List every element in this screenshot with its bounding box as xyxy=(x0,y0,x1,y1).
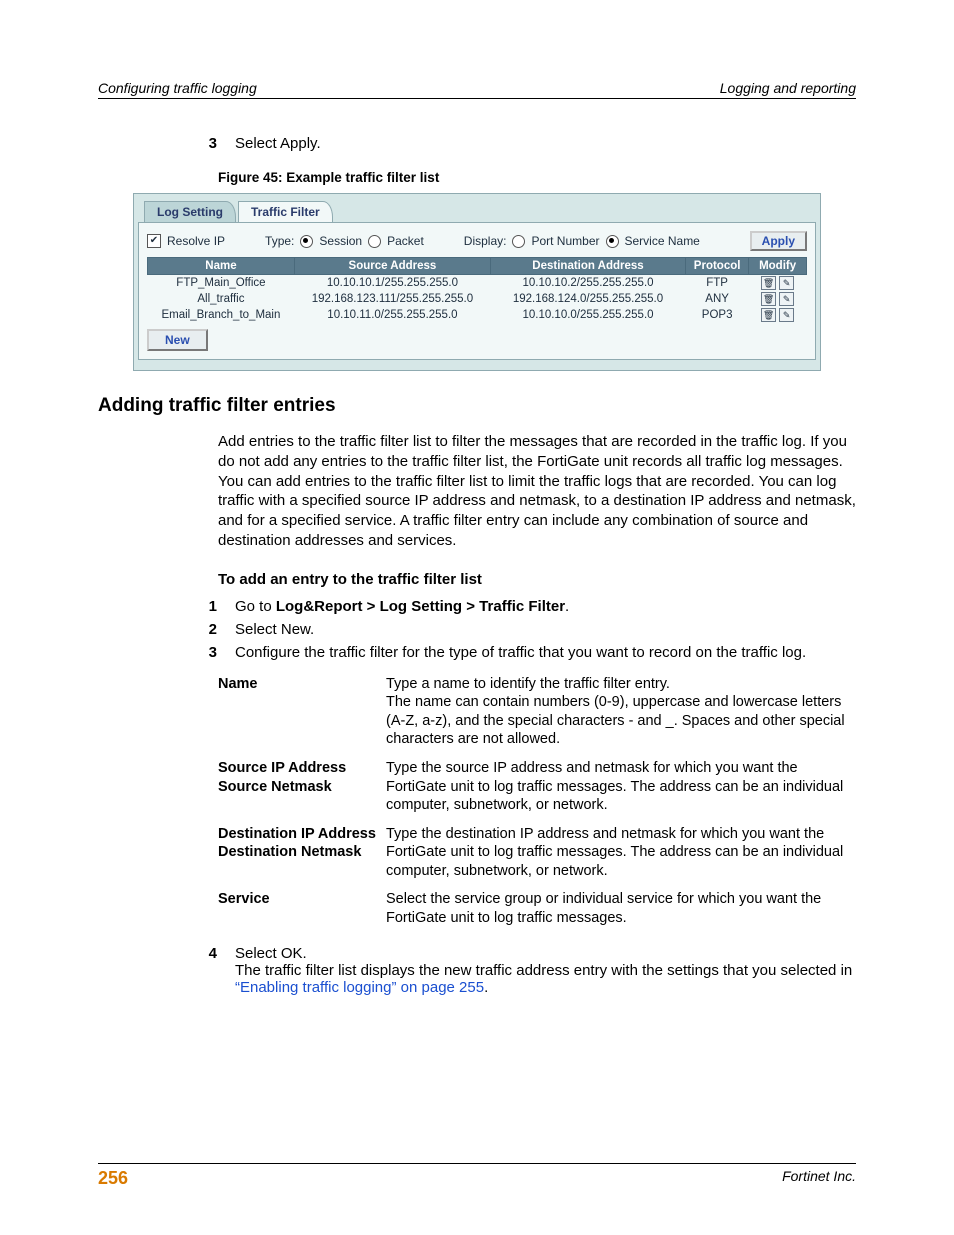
procedure-step-2: 2 Select New. xyxy=(183,621,856,638)
cell-proto: POP3 xyxy=(686,307,749,323)
def-desc: Type the source IP address and netmask f… xyxy=(386,759,856,815)
tab-traffic-filter[interactable]: Traffic Filter xyxy=(238,201,333,222)
step-text: Select OK. The traffic filter list displ… xyxy=(235,945,856,996)
intro-paragraph: Add entries to the traffic filter list t… xyxy=(218,432,856,551)
header-left: Configuring traffic logging xyxy=(98,80,257,96)
cell-src: 10.10.10.1/255.255.255.0 xyxy=(294,275,490,292)
step-number: 2 xyxy=(183,621,235,638)
delete-icon[interactable]: 🗑 xyxy=(761,292,776,306)
page-number: 256 xyxy=(98,1168,128,1189)
def-term: Service xyxy=(218,890,386,927)
type-label: Type: xyxy=(265,234,294,248)
display-port-label: Port Number xyxy=(531,234,599,248)
cell-modify: 🗑 ✎ xyxy=(749,275,807,292)
table-row: FTP_Main_Office 10.10.10.1/255.255.255.0… xyxy=(148,275,807,292)
filter-panel: ✔ Resolve IP Type: Session Packet Displa… xyxy=(138,222,816,360)
cell-dst: 10.10.10.2/255.255.255.0 xyxy=(490,275,685,292)
step-3-top: 3 Select Apply. xyxy=(183,135,856,152)
def-term: Source IP Address Source Netmask xyxy=(218,759,386,815)
table-row: All_traffic 192.168.123.111/255.255.255.… xyxy=(148,291,807,307)
type-session-radio[interactable] xyxy=(300,235,313,248)
filter-controls: ✔ Resolve IP Type: Session Packet Displa… xyxy=(147,231,807,251)
running-header: Configuring traffic logging Logging and … xyxy=(98,80,856,99)
type-packet-radio[interactable] xyxy=(368,235,381,248)
type-session-label: Session xyxy=(319,234,362,248)
step-number: 4 xyxy=(183,945,235,996)
col-protocol: Protocol xyxy=(686,258,749,275)
procedure-step-4: 4 Select OK. The traffic filter list dis… xyxy=(183,945,856,996)
cell-dst: 10.10.10.0/255.255.255.0 xyxy=(490,307,685,323)
delete-icon[interactable]: 🗑 xyxy=(761,276,776,290)
tab-bar: Log Setting Traffic Filter xyxy=(138,198,816,222)
display-service-label: Service Name xyxy=(625,234,700,248)
cell-proto: FTP xyxy=(686,275,749,292)
cell-name: Email_Branch_to_Main xyxy=(148,307,295,323)
figure-caption: Figure 45: Example traffic filter list xyxy=(218,170,856,185)
cell-modify: 🗑 ✎ xyxy=(749,291,807,307)
screenshot-traffic-filter: Log Setting Traffic Filter ✔ Resolve IP … xyxy=(133,193,821,371)
new-button[interactable]: New xyxy=(147,329,208,351)
step-number: 1 xyxy=(183,598,235,615)
step-text: Go to Log&Report > Log Setting > Traffic… xyxy=(235,598,856,615)
step-text: Select New. xyxy=(235,621,856,638)
def-desc: Select the service group or individual s… xyxy=(386,890,856,927)
def-desc: Type a name to identify the traffic filt… xyxy=(386,675,856,749)
cell-src: 10.10.11.0/255.255.255.0 xyxy=(294,307,490,323)
display-label: Display: xyxy=(464,234,507,248)
definition-name: Name Type a name to identify the traffic… xyxy=(218,675,856,749)
delete-icon[interactable]: 🗑 xyxy=(761,308,776,322)
resolve-ip-label: Resolve IP xyxy=(167,234,225,248)
resolve-ip-checkbox[interactable]: ✔ xyxy=(147,234,161,248)
step-number: 3 xyxy=(183,644,235,661)
tab-log-setting[interactable]: Log Setting xyxy=(144,201,236,222)
cell-modify: 🗑 ✎ xyxy=(749,307,807,323)
cell-name: All_traffic xyxy=(148,291,295,307)
footer-company: Fortinet Inc. xyxy=(782,1168,856,1189)
step-number: 3 xyxy=(183,135,235,152)
col-dest: Destination Address xyxy=(490,258,685,275)
cell-src: 192.168.123.111/255.255.255.0 xyxy=(294,291,490,307)
section-heading: Adding traffic filter entries xyxy=(98,395,856,417)
xref-link[interactable]: “Enabling traffic logging” on page 255 xyxy=(235,979,484,996)
edit-icon[interactable]: ✎ xyxy=(779,276,794,290)
table-header-row: Name Source Address Destination Address … xyxy=(148,258,807,275)
table-row: Email_Branch_to_Main 10.10.11.0/255.255.… xyxy=(148,307,807,323)
def-term: Name xyxy=(218,675,386,749)
display-service-radio[interactable] xyxy=(606,235,619,248)
page-footer: 256 Fortinet Inc. xyxy=(98,1163,856,1189)
definition-service: Service Select the service group or indi… xyxy=(218,890,856,927)
filter-table: Name Source Address Destination Address … xyxy=(147,257,807,323)
definition-source: Source IP Address Source Netmask Type th… xyxy=(218,759,856,815)
edit-icon[interactable]: ✎ xyxy=(779,308,794,322)
procedure-title: To add an entry to the traffic filter li… xyxy=(218,571,856,588)
col-modify: Modify xyxy=(749,258,807,275)
procedure-step-3: 3 Configure the traffic filter for the t… xyxy=(183,644,856,661)
procedure-step-1: 1 Go to Log&Report > Log Setting > Traff… xyxy=(183,598,856,615)
cell-proto: ANY xyxy=(686,291,749,307)
def-term: Destination IP Address Destination Netma… xyxy=(218,825,386,881)
def-desc: Type the destination IP address and netm… xyxy=(386,825,856,881)
apply-button[interactable]: Apply xyxy=(750,231,807,251)
display-port-radio[interactable] xyxy=(512,235,525,248)
step-text: Configure the traffic filter for the typ… xyxy=(235,644,856,661)
edit-icon[interactable]: ✎ xyxy=(779,292,794,306)
step-text: Select Apply. xyxy=(235,135,856,152)
col-name: Name xyxy=(148,258,295,275)
definition-destination: Destination IP Address Destination Netma… xyxy=(218,825,856,881)
cell-dst: 192.168.124.0/255.255.255.0 xyxy=(490,291,685,307)
header-right: Logging and reporting xyxy=(720,80,856,96)
col-source: Source Address xyxy=(294,258,490,275)
cell-name: FTP_Main_Office xyxy=(148,275,295,292)
type-packet-label: Packet xyxy=(387,234,424,248)
